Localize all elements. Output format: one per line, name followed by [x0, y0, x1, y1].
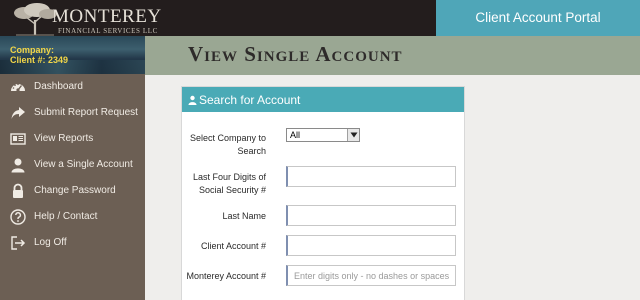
question-circle-icon: [10, 209, 26, 225]
sidebar: Company: Client #: 2349 Dashboard Submit…: [0, 36, 145, 300]
company-label: Company:: [10, 45, 55, 55]
user-icon: [188, 95, 197, 105]
report-card-icon: [10, 133, 26, 145]
last-name-input[interactable]: [286, 205, 456, 226]
sidebar-item-label: Log Off: [34, 237, 67, 248]
company-select[interactable]: All: [286, 128, 360, 142]
sidebar-item-label: View Reports: [34, 133, 94, 144]
sidebar-item-label: Submit Report Request: [34, 107, 138, 118]
monterey-account-label: Monterey Account #: [186, 271, 266, 281]
page-title: View Single Account: [188, 42, 403, 66]
select-company-label: Select Company to Search: [189, 133, 266, 156]
chevron-down-icon[interactable]: [347, 129, 359, 141]
sidebar-item-view-reports[interactable]: View Reports: [0, 126, 145, 152]
sidebar-item-view-single-account[interactable]: View a Single Account: [0, 152, 145, 178]
share-arrow-icon: [11, 107, 25, 119]
sidebar-item-label: Help / Contact: [34, 211, 98, 222]
search-panel-title: Search for Account: [199, 93, 301, 107]
lock-icon: [13, 183, 23, 198]
sidebar-item-help-contact[interactable]: Help / Contact: [0, 204, 145, 230]
logo-subtitle: FINANCIAL SERVICES LLC: [58, 27, 158, 35]
search-panel-header: Search for Account: [182, 87, 464, 112]
client-number: Client #: 2349: [10, 55, 69, 65]
user-icon: [11, 158, 25, 173]
sidebar-item-change-password[interactable]: Change Password: [0, 178, 145, 204]
page-title-band: View Single Account: [145, 36, 640, 75]
client-account-input[interactable]: [286, 235, 456, 256]
portal-title: Client Account Portal: [436, 0, 640, 36]
sidebar-item-submit-report-request[interactable]: Submit Report Request: [0, 100, 145, 126]
dashboard-icon: [11, 83, 25, 92]
search-panel: Search for Account Select Company to Sea…: [181, 86, 465, 300]
sidebar-item-label: Dashboard: [34, 81, 83, 92]
sidebar-item-dashboard[interactable]: Dashboard: [0, 74, 145, 100]
company-info-box: Company: Client #: 2349: [0, 36, 145, 74]
client-account-label: Client Account #: [200, 241, 266, 251]
company-select-value: All: [290, 130, 301, 140]
sign-out-icon: [11, 236, 26, 250]
sidebar-item-label: View a Single Account: [34, 159, 133, 170]
sidebar-item-log-off[interactable]: Log Off: [0, 230, 145, 256]
monterey-account-input[interactable]: [286, 265, 456, 286]
last-four-ssn-label: Last Four Digits of Social Security #: [192, 172, 266, 195]
logo-name: MONTEREY: [52, 6, 162, 27]
last-name-label: Last Name: [222, 211, 266, 221]
top-bar: MONTEREY FINANCIAL SERVICES LLC Client A…: [0, 0, 640, 36]
monterey-logo[interactable]: MONTEREY FINANCIAL SERVICES LLC: [0, 0, 161, 36]
sidebar-item-label: Change Password: [34, 185, 116, 196]
last-four-ssn-input[interactable]: [286, 166, 456, 187]
